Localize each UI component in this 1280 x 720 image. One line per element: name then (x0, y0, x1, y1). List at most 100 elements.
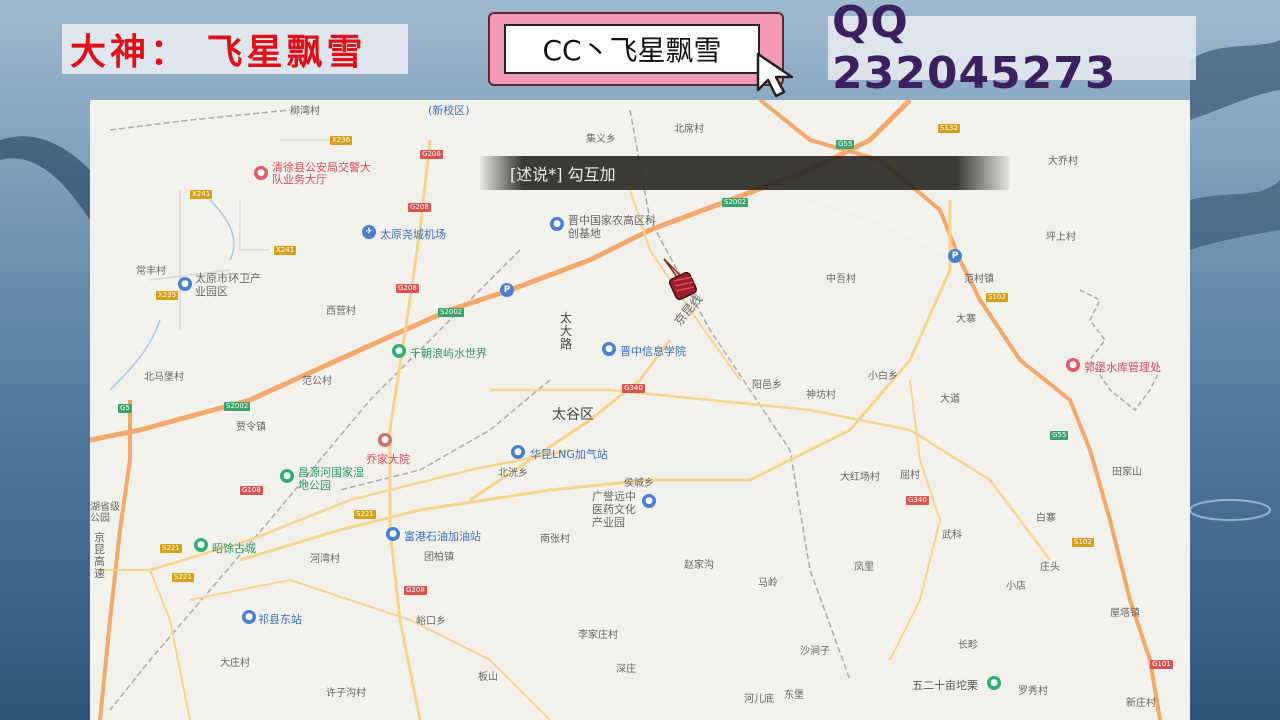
route-shield: S132 (938, 124, 960, 133)
village-label: 许子沟村 (326, 688, 366, 699)
poi-label-qixian-station[interactable]: 祁县东站 (258, 611, 302, 627)
poi-pin-icon[interactable]: ● (178, 277, 192, 291)
district-label: 太谷区 (552, 407, 594, 423)
gas-station-icon[interactable]: P (500, 283, 514, 297)
route-shield: S102 (986, 293, 1008, 302)
poi-label-police[interactable]: 清徐县公安局交警大队业务大厅 (272, 162, 372, 186)
route-shield: G208 (404, 586, 427, 595)
route-shield: G5 (118, 404, 132, 413)
village-label: 小白乡 (868, 371, 898, 382)
place-label: 五二十亩坨栗 (912, 679, 978, 692)
village-label: 小店 (1006, 581, 1026, 592)
poi-label-tcm-park[interactable]: 广誉远中医药文化产业园 (592, 490, 642, 529)
route-shield: S102 (1072, 538, 1094, 547)
poi-label-agri-base[interactable]: 晋中国家农高区科创基地 (568, 214, 658, 240)
village-label: 集义乡 (586, 134, 616, 145)
poi-pin-icon[interactable]: ● (550, 217, 564, 231)
village-label: 新庄村 (1126, 698, 1156, 709)
village-label: 阳邑乡 (752, 380, 782, 391)
village-label: 河湾村 (310, 554, 340, 565)
gas-station-icon[interactable]: ● (511, 445, 525, 459)
train-station-icon[interactable]: ● (242, 610, 256, 624)
route-shield: S2002 (438, 308, 465, 317)
poi-label-qiao-compound[interactable]: 乔家大院 (366, 451, 410, 467)
poi-pin-icon[interactable]: ● (642, 494, 656, 508)
route-shield: G208 (408, 203, 431, 212)
poi-label-wetland[interactable]: 昌源河国家湿地公园 (298, 466, 368, 492)
route-shield: S221 (354, 510, 376, 519)
village-label: 西营村 (326, 306, 356, 317)
poi-pin-icon[interactable]: ● (1066, 358, 1080, 372)
village-label: 中吾村 (826, 274, 856, 285)
route-shield: S2002 (224, 402, 251, 411)
poi-label-info-college[interactable]: 晋中信息学院 (620, 343, 686, 359)
poi-label-water-world[interactable]: 千朝浪屿水世界 (410, 345, 487, 361)
village-label: 峪口乡 (416, 616, 446, 627)
route-shield: G101 (1150, 660, 1173, 669)
village-label: 大庄村 (220, 658, 250, 669)
village-label: 白寨 (1036, 513, 1056, 524)
village-label: 屋塔镇 (1110, 608, 1140, 619)
route-shield: G208 (420, 150, 443, 159)
streamer-id-banner: CC丶飞星飘雪 (488, 12, 784, 86)
poi-label-reservoir[interactable]: 郭堡水库管理处 (1084, 359, 1161, 375)
village-label: 坪上村 (1046, 232, 1076, 243)
park-pin-icon[interactable]: ● (194, 538, 208, 552)
village-label: 湖省级公园 (90, 502, 120, 524)
village-label: 东堡 (784, 690, 804, 701)
route-shield: G55 (1050, 431, 1069, 440)
poi-label-fugang-gas[interactable]: 富港石油加油站 (404, 528, 481, 544)
village-label: 罗秀村 (1018, 686, 1048, 697)
village-label: 武科 (942, 530, 962, 541)
highway-label: 京昆高速 (94, 531, 105, 580)
map-roads (90, 100, 1162, 720)
village-label: 板山 (478, 672, 498, 683)
poi-label-ancient-town[interactable]: 昭馀古城 (212, 540, 256, 556)
village-label: 贾令镇 (236, 422, 266, 433)
park-pin-icon[interactable]: ● (280, 469, 294, 483)
route-shield: G55 (836, 140, 855, 149)
park-pin-icon[interactable]: ● (987, 676, 1001, 690)
gas-station-icon[interactable]: P (948, 249, 962, 263)
route-shield: S2002 (722, 198, 749, 207)
village-label: 沙涧子 (800, 646, 830, 657)
village-label: 田家山 (1112, 467, 1142, 478)
police-pin-icon[interactable]: ● (254, 166, 268, 180)
poi-label-lng-station[interactable]: 华昆LNG加气站 (530, 446, 608, 462)
gas-station-icon[interactable]: ● (386, 527, 400, 541)
village-label: 大乔村 (1048, 156, 1078, 167)
village-label: 范村镇 (964, 274, 994, 285)
village-label: 马岭 (758, 578, 778, 589)
poi-label-airport[interactable]: 太原尧城机场 (380, 226, 446, 242)
park-pin-icon[interactable]: ● (392, 344, 406, 358)
village-label: 大道 (940, 394, 960, 405)
route-shield: X235 (156, 291, 179, 300)
village-label: 柳湾村 (290, 106, 320, 117)
airport-icon[interactable]: ✈ (362, 225, 376, 239)
village-label: 南张村 (540, 534, 570, 545)
route-shield: G108 (240, 486, 263, 495)
route-shield: X241 (274, 246, 297, 255)
village-label: 大寨 (956, 314, 976, 325)
village-label: 神坊村 (806, 390, 836, 401)
village-label: 北马堡村 (144, 372, 184, 383)
village-label: 团柏镇 (424, 552, 454, 563)
village-label: 长畛 (958, 640, 978, 651)
cursor-arrow-icon (756, 52, 794, 98)
village-label: 北洸乡 (498, 468, 528, 479)
village-label: 李家庄村 (578, 630, 618, 641)
landmark-pin-icon[interactable]: ● (378, 433, 392, 447)
poi-label-sanitation-park[interactable]: 太原市环卫产业园区 (195, 272, 265, 298)
village-label: 北席村 (674, 124, 704, 135)
map-view[interactable]: G208 G208 G208 S2002 S2002 S2002 G55 S13… (90, 100, 1190, 720)
school-pin-icon[interactable]: ● (602, 342, 616, 356)
chat-overlay-bar: [述说*] 勾互加 (480, 156, 1010, 190)
route-shield: X236 (330, 136, 353, 145)
route-shield: G208 (396, 284, 419, 293)
route-shield: S221 (160, 544, 182, 553)
route-shield: S221 (172, 573, 194, 582)
qq-contact-banner: QQ 232045273 (828, 0, 1196, 99)
village-label: 常丰村 (136, 266, 166, 277)
village-label: 大红场村 (840, 472, 880, 483)
village-label: 范公村 (302, 376, 332, 387)
